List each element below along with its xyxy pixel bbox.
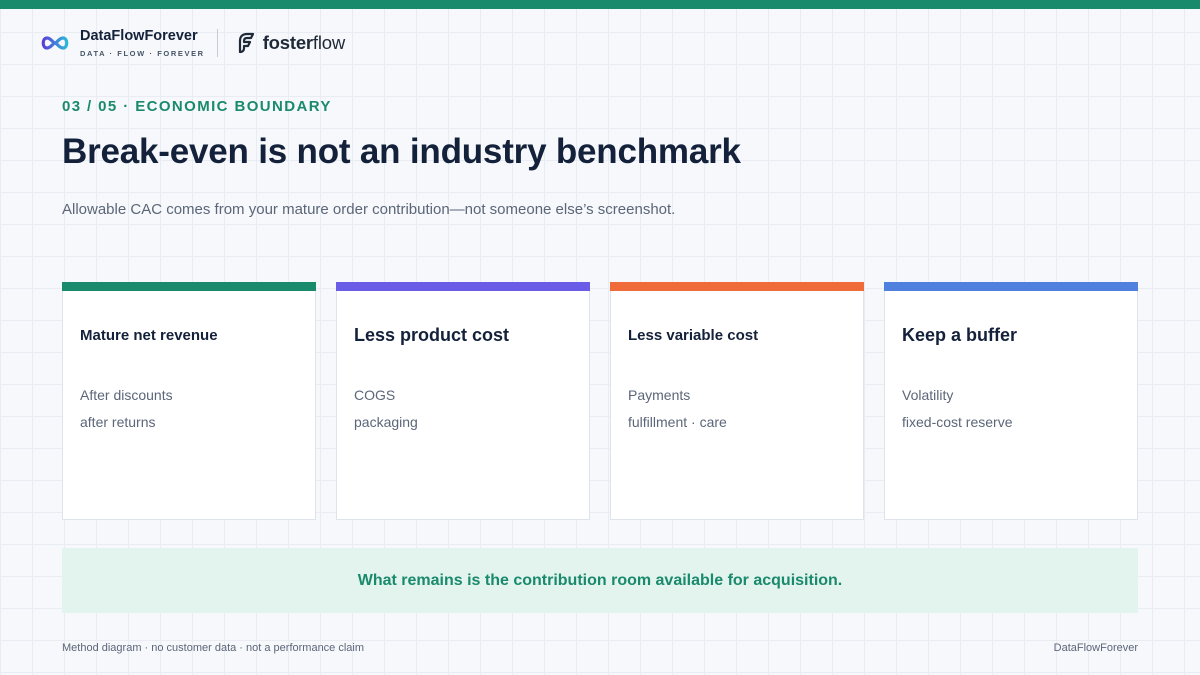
card-detail-line: after returns [80,414,156,430]
partner-name: fosterflow [262,32,346,53]
card-detail-line: fulfillment · care [628,414,727,430]
header-brand: DataFlowForever DATA · FLOW · FOREVER fo… [40,28,345,58]
footer-brand: DataFlowForever [1053,642,1138,654]
page-title: Break-even is not an industry benchmark [62,132,741,171]
card-mature-net-revenue: Mature net revenue After discounts after… [62,282,316,520]
card-detail-line: packaging [354,414,418,430]
card-accent-bar [336,282,590,291]
card-less-product-cost: Less product cost COGS packaging [336,282,590,520]
card-detail-line: COGS [354,387,396,403]
card-detail-line: After discounts [80,387,173,403]
card-detail-line: fixed-cost reserve [902,414,1013,430]
fosterflow-f-icon [238,32,254,54]
card-title: Keep a buffer [902,325,1018,345]
callout-text: What remains is the contribution room av… [357,571,843,589]
brand-name: DataFlowForever [80,28,198,44]
card-title: Mature net revenue [80,327,218,344]
conclusion-callout: What remains is the contribution room av… [62,548,1138,613]
card-accent-bar [62,282,316,291]
card-accent-bar [884,282,1138,291]
card-title: Less variable cost [628,327,759,344]
card-detail-line: Volatility [902,387,954,403]
footer-disclaimer: Method diagram · no customer data · not … [62,642,365,654]
card-less-variable-cost: Less variable cost Payments fulfillment … [610,282,864,520]
brand-tagline: DATA · FLOW · FOREVER [80,49,205,58]
card-title: Less product cost [354,325,510,345]
section-eyebrow: 03 / 05 · ECONOMIC BOUNDARY [62,98,332,115]
card-accent-bar [610,282,864,291]
partner-brand: fosterflow [234,32,345,54]
step-cards: Mature net revenue After discounts after… [62,282,1138,520]
top-accent-bar [0,0,1200,9]
brand-divider [216,29,218,57]
card-detail-line: Payments [628,387,691,403]
infinity-loop-icon [41,36,69,50]
card-keep-a-buffer: Keep a buffer Volatility fixed-cost rese… [884,282,1138,520]
page-subtitle: Allowable CAC comes from your mature ord… [62,201,676,218]
